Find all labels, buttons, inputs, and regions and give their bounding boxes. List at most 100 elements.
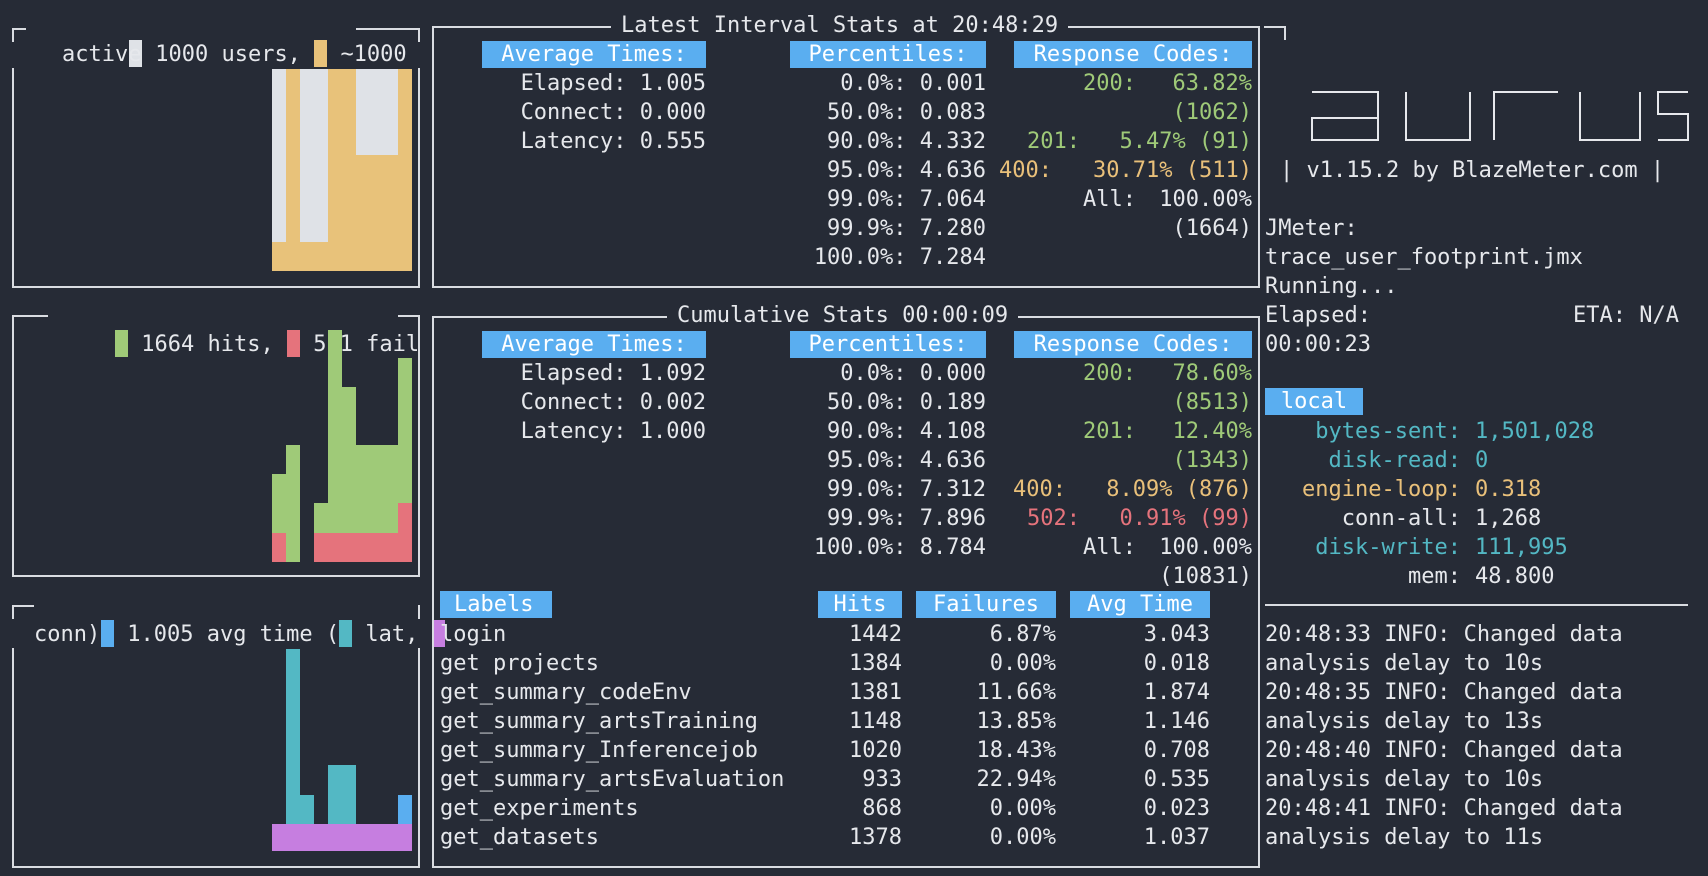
label-hits: 1381 — [849, 680, 902, 705]
users-active-swatch — [314, 40, 328, 67]
latest-code-200-pct: 63.82% — [1172, 71, 1252, 96]
log-line: 20:48:35 INFO: Changed data — [1265, 680, 1623, 705]
latest-pct-row: 0.0%: 0.001 — [840, 71, 986, 96]
labels-header: Labels — [440, 591, 552, 618]
label-hits: 1020 — [849, 738, 902, 763]
label-name: get_summary_artsEvaluation — [440, 767, 785, 792]
label-avg-time: 1.146 — [1143, 709, 1210, 734]
avg-time-header: Avg Time — [1070, 591, 1210, 618]
time-legend: 1.005 avg time ( lat, — [48, 591, 445, 678]
cumulative-connect: Connect: 0.002 — [520, 390, 706, 415]
metric-mem-label: mem: — [1408, 564, 1461, 589]
latest-title: Latest Interval Stats at 20:48:29 — [611, 11, 1069, 40]
latest-code-201-pct: 5.47% (91) — [1119, 129, 1252, 154]
tool-label: JMeter: — [1265, 216, 1358, 241]
label-avg-time: 0.023 — [1143, 796, 1210, 821]
label-name: get_summary_artsTraining — [440, 709, 758, 734]
label-failures: 11.66% — [976, 680, 1056, 705]
users-total-bar — [356, 69, 398, 155]
avg-time-label: 1.005 avg time ( — [127, 622, 340, 647]
label-avg-time: 1.037 — [1143, 825, 1210, 850]
label-failures: 13.85% — [976, 709, 1056, 734]
sidebar-divider — [1265, 604, 1688, 606]
eta-label: ETA: N/A — [1573, 303, 1679, 328]
label-failures: 22.94% — [976, 767, 1056, 792]
label-hits: 868 — [862, 796, 902, 821]
cumulative-code-all: All: — [1083, 535, 1136, 560]
latest-avg-header: Average Times: — [482, 41, 706, 68]
lat-bar — [328, 765, 356, 824]
cumulative-code-201-count: (1343) — [1172, 448, 1252, 473]
cumulative-pct-row: 90.0%: 4.108 — [827, 419, 986, 444]
panel-border-left-stub — [12, 28, 14, 42]
label-avg-time: 0.708 — [1143, 738, 1210, 763]
latest-code-all: All: — [1083, 187, 1136, 212]
log-line: analysis delay to 10s — [1265, 767, 1544, 792]
cumulative-pct-header: Percentiles: — [790, 331, 986, 358]
log-line: 20:48:40 INFO: Changed data — [1265, 738, 1623, 763]
latest-connect: Connect: 0.000 — [520, 100, 706, 125]
active-label: active — [62, 42, 142, 67]
latest-pct-row: 99.0%: 7.064 — [827, 187, 986, 212]
hits-swatch — [114, 330, 128, 357]
metric-bytes-sent-value: 1,501,028 — [1475, 419, 1595, 444]
cumulative-pct-row: 100.0%: 8.784 — [813, 535, 986, 560]
latest-code-all-pct: 100.00% — [1159, 187, 1252, 212]
conn-bar — [272, 824, 412, 851]
latest-code-200: 200: — [1083, 71, 1136, 96]
label-name: login — [440, 622, 507, 647]
users-total-bar — [272, 69, 286, 242]
active-count: ~1000 — [340, 42, 407, 67]
cumulative-elapsed: Elapsed: 1.092 — [520, 361, 706, 386]
latest-latency: Latency: 0.555 — [520, 129, 706, 154]
cumulative-pct-row: 99.0%: 7.312 — [827, 477, 986, 502]
conn-label: conn) — [34, 622, 101, 647]
metric-conn-all-label: conn-all: — [1341, 506, 1461, 531]
labels-header-text: Labels — [454, 592, 534, 617]
latest-pct-row: 90.0%: 4.332 — [827, 129, 986, 154]
hits-bar — [328, 330, 342, 562]
latest-code-all-count: (1664) — [1172, 216, 1252, 241]
label-failures: 0.00% — [989, 796, 1056, 821]
cumulative-code-502-pct: 0.91% (99) — [1119, 506, 1252, 531]
metric-disk-read-label: disk-read: — [1328, 448, 1461, 473]
cumulative-code-200-count: (8513) — [1172, 390, 1252, 415]
label-hits: 1442 — [849, 622, 902, 647]
panel-border-left-stub — [12, 605, 14, 619]
metric-disk-write-value: 111,995 — [1475, 535, 1568, 560]
cumulative-latency: Latency: 1.000 — [520, 419, 706, 444]
log-line: analysis delay to 10s — [1265, 651, 1544, 676]
metric-mem-value: 48.800 — [1475, 564, 1555, 589]
version-label: | v1.15.2 by BlazeMeter.com | — [1280, 158, 1665, 183]
metric-disk-read-value: 0 — [1475, 448, 1489, 473]
cumulative-code-all-pct: 100.00% — [1159, 535, 1252, 560]
label-failures: 0.00% — [989, 825, 1056, 850]
cumulative-pct-row: 99.9%: 7.896 — [827, 506, 986, 531]
latest-code-200-count: (1062) — [1172, 100, 1252, 125]
cumulative-pct-row: 0.0%: 0.000 — [840, 361, 986, 386]
hits-bar — [286, 445, 300, 562]
lat-bar — [300, 795, 314, 824]
label-name: get_datasets — [440, 825, 599, 850]
metric-engine-loop-label: engine-loop: — [1302, 477, 1461, 502]
label-name: get_experiments — [440, 796, 639, 821]
metric-engine-loop-value: 0.318 — [1475, 477, 1542, 502]
run-status: Running... — [1265, 274, 1398, 299]
cumulative-codes-header: Response Codes: — [1014, 331, 1252, 358]
cumulative-avg-header: Average Times: — [482, 331, 706, 358]
latest-pct-header: Percentiles: — [790, 41, 986, 68]
label-hits: 1148 — [849, 709, 902, 734]
latest-pct-row: 100.0%: 7.284 — [813, 245, 986, 270]
fail-swatch — [286, 330, 300, 357]
cumulative-code-400-pct: 8.09% (876) — [1106, 477, 1252, 502]
cumulative-code-all-count: (10831) — [1159, 564, 1252, 589]
label-failures: 6.87% — [989, 622, 1056, 647]
label-name: get projects — [440, 651, 599, 676]
label-avg-time: 0.018 — [1143, 651, 1210, 676]
cumulative-title: Cumulative Stats 00:00:09 — [667, 301, 1019, 330]
hits-legend: 1664 hits, 511 fail — [62, 301, 419, 388]
hits-count: 1664 hits, — [141, 332, 274, 357]
script-name: trace_user_footprint.jmx — [1265, 245, 1583, 270]
cumulative-code-400: 400: — [1013, 477, 1066, 502]
cumulative-code-200: 200: — [1083, 361, 1136, 386]
